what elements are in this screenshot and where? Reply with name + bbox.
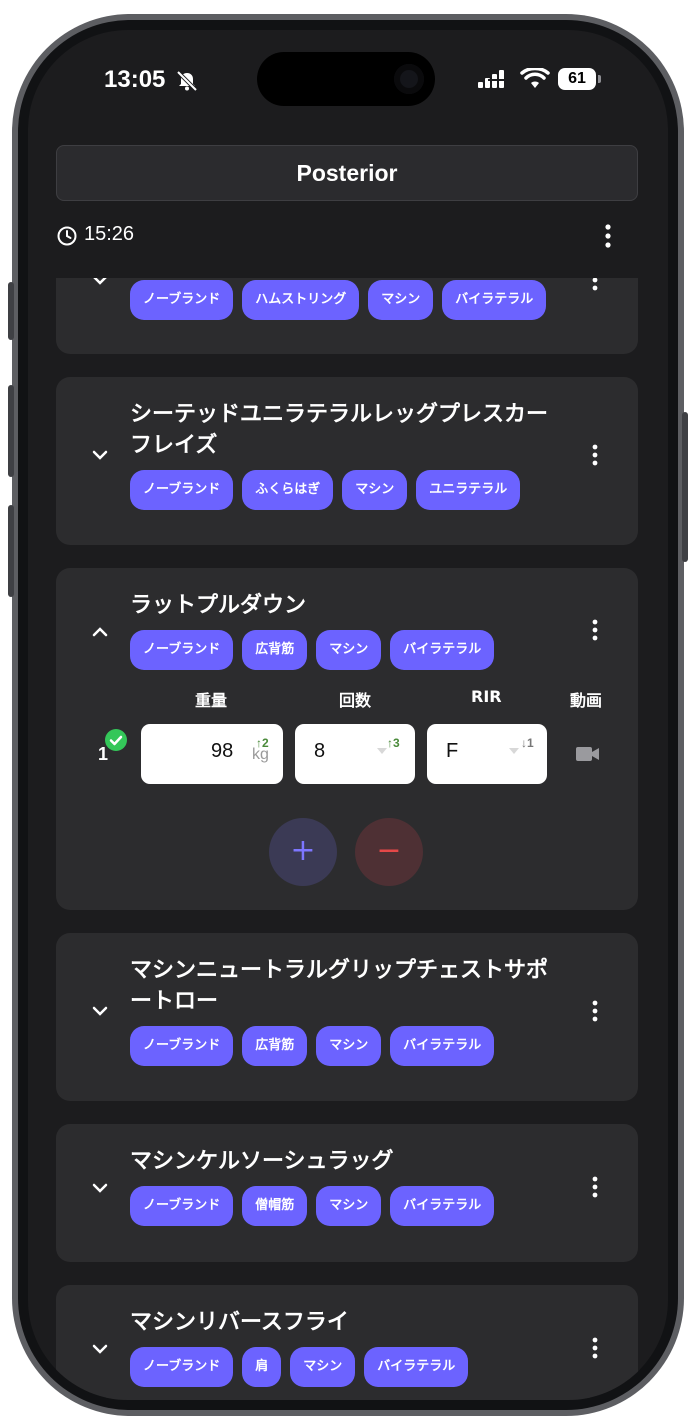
signal-icon bbox=[478, 70, 504, 88]
tag: ノーブランド bbox=[130, 630, 234, 670]
tag: マシン bbox=[290, 1347, 356, 1387]
weight-change-hint: ↑2 bbox=[256, 736, 269, 750]
tag-list: ノーブランド 肩 マシン バイラテラル bbox=[130, 1347, 469, 1387]
exercise-card[interactable]: マシンケルソーシュラッグ ノーブランド 僧帽筋 マシン バイラテラル bbox=[56, 1124, 638, 1262]
chevron-down-icon[interactable] bbox=[90, 1178, 110, 1198]
weight-input[interactable]: 98 kg ↑2 bbox=[141, 724, 283, 784]
tag: 広背筋 bbox=[242, 630, 308, 670]
volume-down-button bbox=[8, 505, 14, 597]
tag-list: ノーブランド ふくらはぎ マシン ユニラテラル bbox=[130, 470, 521, 510]
battery-tip bbox=[598, 75, 601, 83]
chevron-down-icon bbox=[509, 748, 519, 754]
tag: マシン bbox=[368, 280, 434, 320]
more-vertical-icon[interactable] bbox=[590, 999, 600, 1023]
set-number: 1 bbox=[98, 744, 109, 764]
tag: ユニラテラル bbox=[416, 470, 521, 510]
tag-list: ノーブランド 広背筋 マシン バイラテラル bbox=[130, 630, 495, 670]
action-button bbox=[8, 282, 14, 340]
wifi-icon bbox=[520, 68, 550, 88]
tag: マシン bbox=[316, 1186, 382, 1226]
tag: ハムストリング bbox=[242, 280, 360, 320]
reps-value: 8 bbox=[314, 740, 326, 762]
clock-icon bbox=[57, 226, 77, 246]
exercise-card[interactable]: シーテッドユニラテラルレッグプレスカーフレイズ ノーブランド ふくらはぎ マシン… bbox=[56, 377, 638, 545]
exercise-card[interactable]: マシンリバースフライ ノーブランド 肩 マシン バイラテラル bbox=[56, 1285, 638, 1400]
exercise-name: シーテッドユニラテラルレッグプレスカーフレイズ bbox=[130, 402, 549, 458]
chevron-down-icon[interactable] bbox=[90, 1001, 110, 1021]
workout-title[interactable]: Posterior bbox=[56, 145, 638, 201]
exercise-card[interactable]: ノーブランド ハムストリング マシン バイラテラル bbox=[56, 278, 638, 354]
reps-change-hint: ↑3 bbox=[387, 736, 400, 750]
exercise-name: ラットプルダウン bbox=[130, 593, 307, 618]
rir-input[interactable]: F ↓1 bbox=[427, 724, 547, 784]
video-camera-icon[interactable] bbox=[576, 745, 600, 763]
tag: バイラテラル bbox=[390, 1186, 495, 1226]
chevron-up-icon[interactable] bbox=[90, 622, 110, 642]
tag: ふくらはぎ bbox=[242, 470, 334, 510]
tag: ノーブランド bbox=[130, 470, 234, 510]
tag: 肩 bbox=[242, 1347, 282, 1387]
tag: ノーブランド bbox=[130, 1026, 234, 1066]
exercise-card[interactable]: マシンニュートラルグリップチェストサポートロー ノーブランド 広背筋 マシン バ… bbox=[56, 933, 638, 1101]
check-icon bbox=[105, 729, 127, 751]
reps-input[interactable]: 8 ↑3 bbox=[295, 724, 415, 784]
tag: ノーブランド bbox=[130, 1347, 234, 1387]
tag: バイラテラル bbox=[442, 280, 547, 320]
exercise-name: マシンリバースフライ bbox=[130, 1310, 349, 1335]
weight-value: 98 bbox=[211, 740, 234, 762]
column-header-weight: 重量 bbox=[195, 691, 228, 710]
chevron-down-icon[interactable] bbox=[90, 278, 110, 290]
tag: 僧帽筋 bbox=[242, 1186, 308, 1226]
chevron-down-icon bbox=[377, 748, 387, 754]
chevron-down-icon[interactable] bbox=[90, 445, 110, 465]
chevron-down-icon[interactable] bbox=[90, 1339, 110, 1359]
elapsed-timer: 15:26 bbox=[84, 223, 135, 245]
power-button bbox=[682, 412, 688, 562]
tag: バイラテラル bbox=[390, 630, 495, 670]
column-header-video: 動画 bbox=[570, 691, 603, 710]
volume-up-button bbox=[8, 385, 14, 477]
more-vertical-icon[interactable] bbox=[590, 1175, 600, 1199]
column-header-rir: RIR bbox=[471, 687, 502, 706]
exercise-list[interactable]: ノーブランド ハムストリング マシン バイラテラル シーテッドユニラテラルレッグ… bbox=[28, 278, 668, 1400]
bell-slash-icon bbox=[176, 70, 198, 92]
exercise-name: マシンニュートラルグリップチェストサポートロー bbox=[130, 958, 549, 1014]
more-vertical-icon[interactable] bbox=[590, 618, 600, 642]
rir-change-hint: ↓1 bbox=[521, 736, 534, 750]
tag: 広背筋 bbox=[242, 1026, 308, 1066]
camera-lens bbox=[394, 64, 424, 94]
tag-list: ノーブランド 広背筋 マシン バイラテラル bbox=[130, 1026, 495, 1066]
tag: バイラテラル bbox=[364, 1347, 469, 1387]
tag: マシン bbox=[316, 630, 382, 670]
more-vertical-icon[interactable] bbox=[590, 443, 600, 467]
tag: マシン bbox=[342, 470, 408, 510]
tag-list: ノーブランド ハムストリング マシン バイラテラル bbox=[130, 280, 547, 320]
exercise-card-expanded[interactable]: ラットプルダウン ノーブランド 広背筋 マシン バイラテラル 重量 回数 RIR… bbox=[56, 568, 638, 910]
more-vertical-icon[interactable] bbox=[590, 278, 600, 292]
more-vertical-icon[interactable] bbox=[590, 1336, 600, 1360]
minus-icon: − bbox=[376, 833, 402, 868]
tag: ノーブランド bbox=[130, 280, 234, 320]
plus-icon: + bbox=[290, 833, 316, 868]
tag: ノーブランド bbox=[130, 1186, 234, 1226]
tag: マシン bbox=[316, 1026, 382, 1066]
remove-set-button[interactable]: − bbox=[355, 818, 423, 886]
column-header-reps: 回数 bbox=[339, 691, 372, 710]
add-set-button[interactable]: + bbox=[269, 818, 337, 886]
tag-list: ノーブランド 僧帽筋 マシン バイラテラル bbox=[130, 1186, 495, 1226]
status-time: 13:05 bbox=[104, 66, 166, 93]
tag: バイラテラル bbox=[390, 1026, 495, 1066]
rir-value: F bbox=[446, 740, 459, 762]
more-vertical-icon[interactable] bbox=[602, 222, 614, 250]
screen: 13:05 61 Posterior 15:26 ノーブランド ハムストリング … bbox=[28, 30, 668, 1400]
exercise-name: マシンケルソーシュラッグ bbox=[130, 1149, 394, 1174]
battery-icon: 61 bbox=[558, 68, 596, 90]
